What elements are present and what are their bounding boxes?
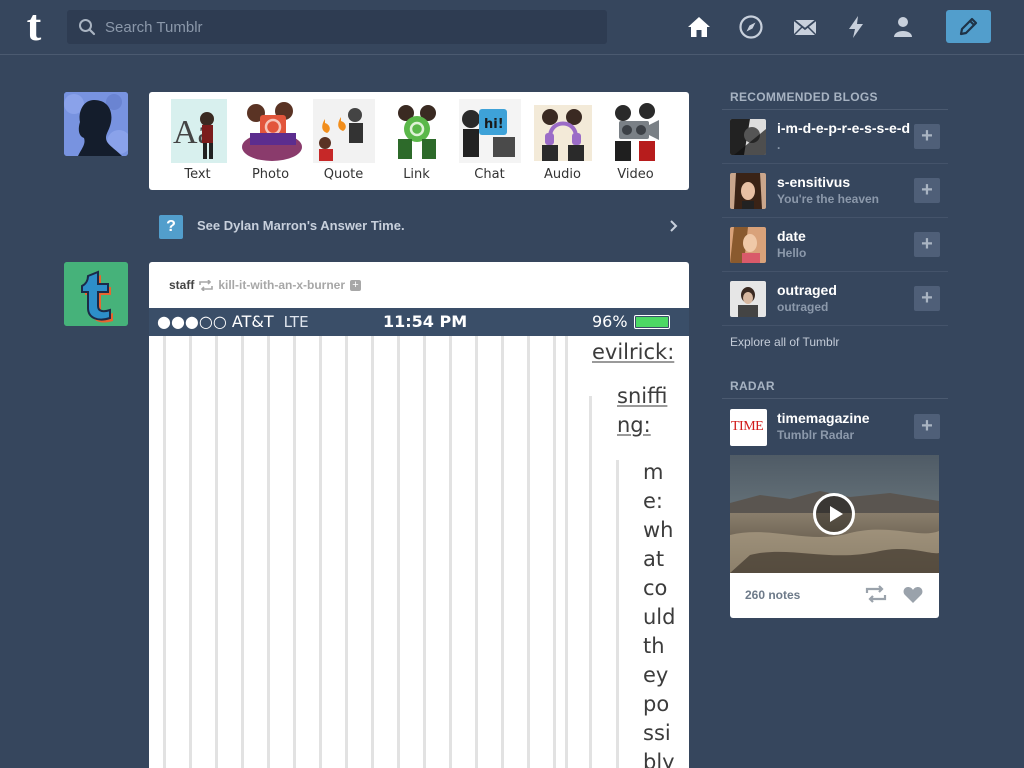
follow-blog-button[interactable]: +: [914, 286, 940, 311]
radar-heading: RADAR: [730, 379, 775, 393]
post-type-link[interactable]: Link: [380, 97, 453, 185]
reblog-icon[interactable]: [865, 585, 887, 603]
radar-blog-item[interactable]: TIME timemagazine Tumblr Radar +: [722, 400, 948, 454]
play-video-button[interactable]: [813, 493, 855, 535]
staff-tumblr-logo-image: [64, 262, 128, 326]
thread-username-2-line1: sniffi: [617, 384, 668, 408]
follow-blog-button[interactable]: +: [914, 124, 940, 149]
blog-title: Hello: [777, 246, 807, 260]
post-type-label: Link: [403, 167, 430, 182]
follow-blog-button[interactable]: +: [914, 178, 940, 203]
blog-title: outraged: [777, 300, 829, 314]
compose-post-button[interactable]: [946, 10, 991, 43]
blog-name: outraged: [777, 282, 837, 298]
video-camera-icon: [614, 103, 659, 161]
thread-reply-text: m e: wh at co uld th ey po ssi bly: [643, 460, 676, 768]
post-type-label: Video: [617, 167, 654, 182]
blog-name: timemagazine: [777, 410, 870, 426]
chevron-right-icon: [670, 220, 678, 232]
post-type-label: Photo: [251, 167, 290, 182]
follow-blog-button[interactable]: +: [914, 232, 940, 257]
follow-source-button[interactable]: +: [350, 279, 362, 291]
status-battery-percent: 96%: [592, 312, 628, 331]
post-type-selector: Aa Text Photo Quote Link hi! Chat Audio …: [149, 92, 689, 190]
reblog-thread-lines: [149, 336, 689, 768]
blog-name: s-ensitivus: [777, 174, 851, 190]
battery-icon: [634, 315, 670, 329]
dashboard-post: staff kill-it-with-an-x-burner + ●●●○○ A…: [149, 262, 689, 768]
blog-avatar: [730, 173, 766, 209]
recommended-blog-item[interactable]: s-ensitivus You're the heaven +: [722, 164, 948, 218]
post-author-link[interactable]: staff: [169, 278, 194, 292]
explore-all-link[interactable]: Explore all of Tumblr: [730, 335, 839, 349]
post-type-label: Chat: [474, 167, 505, 182]
inbox-mail-icon[interactable]: [792, 14, 818, 40]
user-avatar[interactable]: [64, 92, 128, 156]
reblog-icon: [199, 279, 214, 291]
radar-video-thumbnail[interactable]: [730, 455, 939, 573]
post-type-label: Audio: [544, 167, 581, 182]
post-type-chat[interactable]: hi! Chat: [453, 97, 526, 185]
explore-compass-icon[interactable]: [738, 14, 764, 40]
pencil-icon: [959, 17, 978, 36]
thread-username-2-line2: ng:: [617, 413, 651, 437]
blog-avatar: [730, 227, 766, 263]
blog-avatar: [730, 281, 766, 317]
recommended-blogs-heading: RECOMMENDED BLOGS: [730, 90, 878, 104]
thread-username-1: evilrick:: [592, 340, 675, 364]
text-post-icon: Aa: [170, 99, 227, 163]
play-icon: [830, 506, 843, 522]
post-type-photo[interactable]: Photo: [234, 97, 307, 185]
home-icon[interactable]: [686, 14, 712, 40]
answer-time-text: See Dylan Marron's Answer Time.: [197, 218, 405, 233]
reblog-source-link[interactable]: kill-it-with-an-x-burner: [218, 278, 345, 292]
svg-text:hi!: hi!: [484, 117, 504, 132]
activity-lightning-icon[interactable]: [843, 14, 869, 40]
post-type-audio[interactable]: Audio: [526, 97, 599, 185]
post-header: staff kill-it-with-an-x-burner +: [149, 262, 689, 308]
status-time: 11:54 PM: [383, 312, 468, 331]
blog-title: You're the heaven: [777, 192, 879, 206]
post-type-text[interactable]: Aa Text: [161, 97, 234, 185]
recommended-blog-item[interactable]: outraged outraged +: [722, 272, 948, 326]
phone-status-bar: ●●●○○ AT&T LTE 11:54 PM 96%: [149, 308, 689, 336]
post-type-label: Quote: [323, 167, 364, 182]
recommended-blog-item[interactable]: i-m-d-e-p-r-e-s-s-e-d . +: [722, 110, 948, 164]
post-type-quote[interactable]: Quote: [307, 97, 380, 185]
blog-title: .: [777, 138, 781, 152]
heart-like-icon[interactable]: [903, 586, 923, 604]
answer-time-banner[interactable]: ? See Dylan Marron's Answer Time.: [149, 205, 689, 247]
camera-icon: [241, 102, 302, 161]
notes-count[interactable]: 260 notes: [745, 588, 800, 602]
blog-name: date: [777, 228, 806, 244]
time-logo: TIME: [730, 409, 767, 446]
headphones-icon: [533, 105, 592, 161]
search-icon: [79, 19, 96, 36]
user-silhouette-image: [64, 92, 128, 156]
post-screenshot-image: ●●●○○ AT&T LTE 11:54 PM 96% evilrick: sn…: [149, 308, 689, 768]
account-person-icon[interactable]: [890, 14, 916, 40]
chat-icon: hi!: [458, 99, 521, 163]
post-type-video[interactable]: Video: [599, 97, 672, 185]
radar-post-card: 260 notes: [730, 455, 939, 618]
blog-avatar: [730, 119, 766, 155]
post-type-label: Text: [184, 167, 211, 182]
status-carrier: ●●●○○ AT&T LTE: [157, 312, 309, 331]
answer-time-icon: ?: [159, 215, 183, 239]
follow-blog-button[interactable]: +: [914, 414, 940, 439]
recommended-blog-item[interactable]: date Hello +: [722, 218, 948, 272]
tumblr-logo[interactable]: t: [16, 4, 52, 48]
search-bar[interactable]: [67, 10, 607, 44]
status-network: LTE: [283, 313, 309, 331]
search-input[interactable]: [105, 10, 595, 44]
blog-title: Tumblr Radar: [777, 428, 855, 442]
blog-name: i-m-d-e-p-r-e-s-s-e-d: [777, 120, 910, 136]
divider: [722, 398, 948, 399]
top-navbar: t: [0, 0, 1024, 55]
link-icon: [397, 105, 436, 159]
quote-icon: [312, 99, 375, 163]
post-author-avatar[interactable]: [64, 262, 128, 326]
